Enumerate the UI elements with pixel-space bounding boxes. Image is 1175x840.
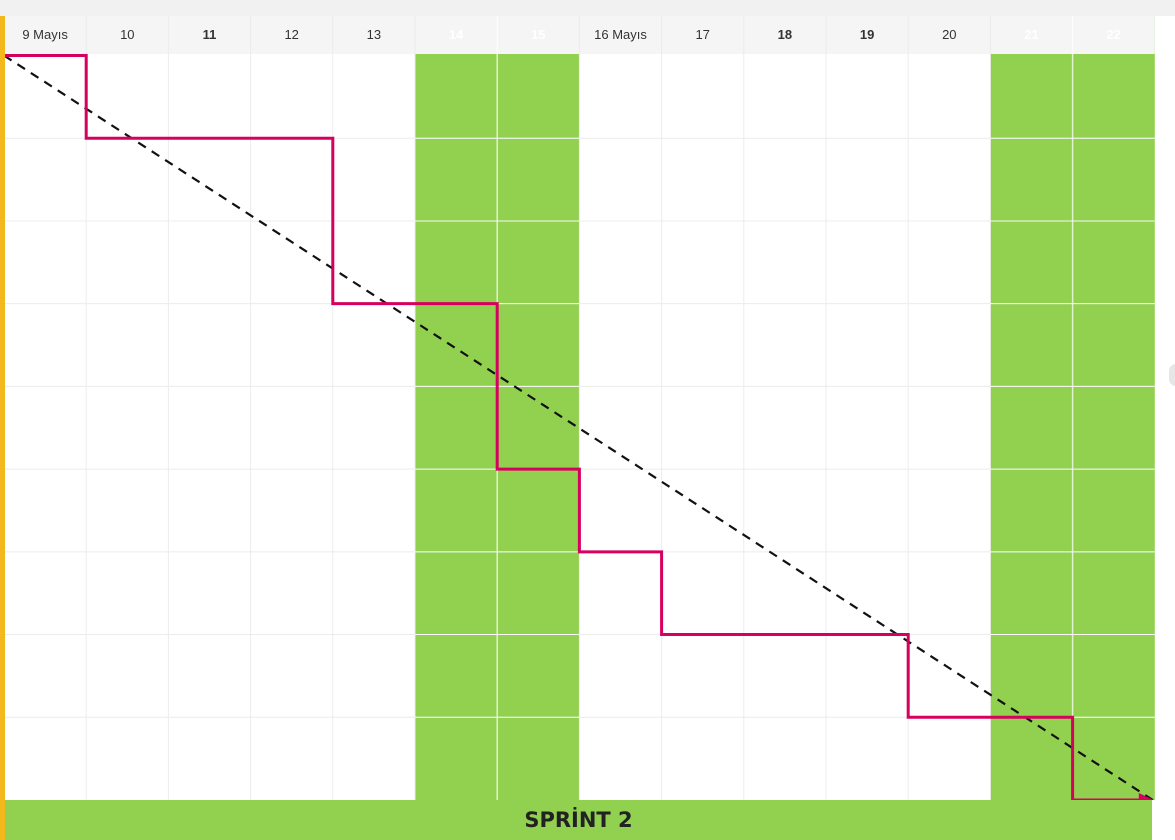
date-label: 15 — [531, 27, 545, 42]
date-label: 12 — [284, 27, 298, 42]
scroll-handle[interactable] — [1169, 364, 1175, 386]
date-label: 22 — [1106, 27, 1120, 42]
date-label: 14 — [449, 27, 464, 42]
left-accent-bar — [0, 16, 5, 840]
date-label: 21 — [1024, 27, 1038, 42]
date-label: 13 — [367, 27, 381, 42]
sprint-banner: SPRİNT 2 — [5, 800, 1152, 840]
weekend-columns — [415, 16, 1155, 800]
date-label: 10 — [120, 27, 134, 42]
date-label: 9 Mayıs — [22, 27, 68, 42]
date-label: 20 — [942, 27, 956, 42]
weekend-column — [497, 16, 580, 800]
weekend-column — [415, 16, 498, 800]
date-label: 17 — [695, 27, 709, 42]
date-label: 16 Mayıs — [594, 27, 647, 42]
burndown-chart: 9 Mayıs 10 11 12 13 14 15 16 Mayıs 17 18 19 20 21 22 — [0, 16, 1155, 800]
weekend-column — [1072, 16, 1155, 800]
date-label: 18 — [778, 27, 792, 42]
date-label: 11 — [203, 27, 217, 42]
weekend-column — [990, 16, 1073, 800]
date-label: 19 — [860, 27, 874, 42]
